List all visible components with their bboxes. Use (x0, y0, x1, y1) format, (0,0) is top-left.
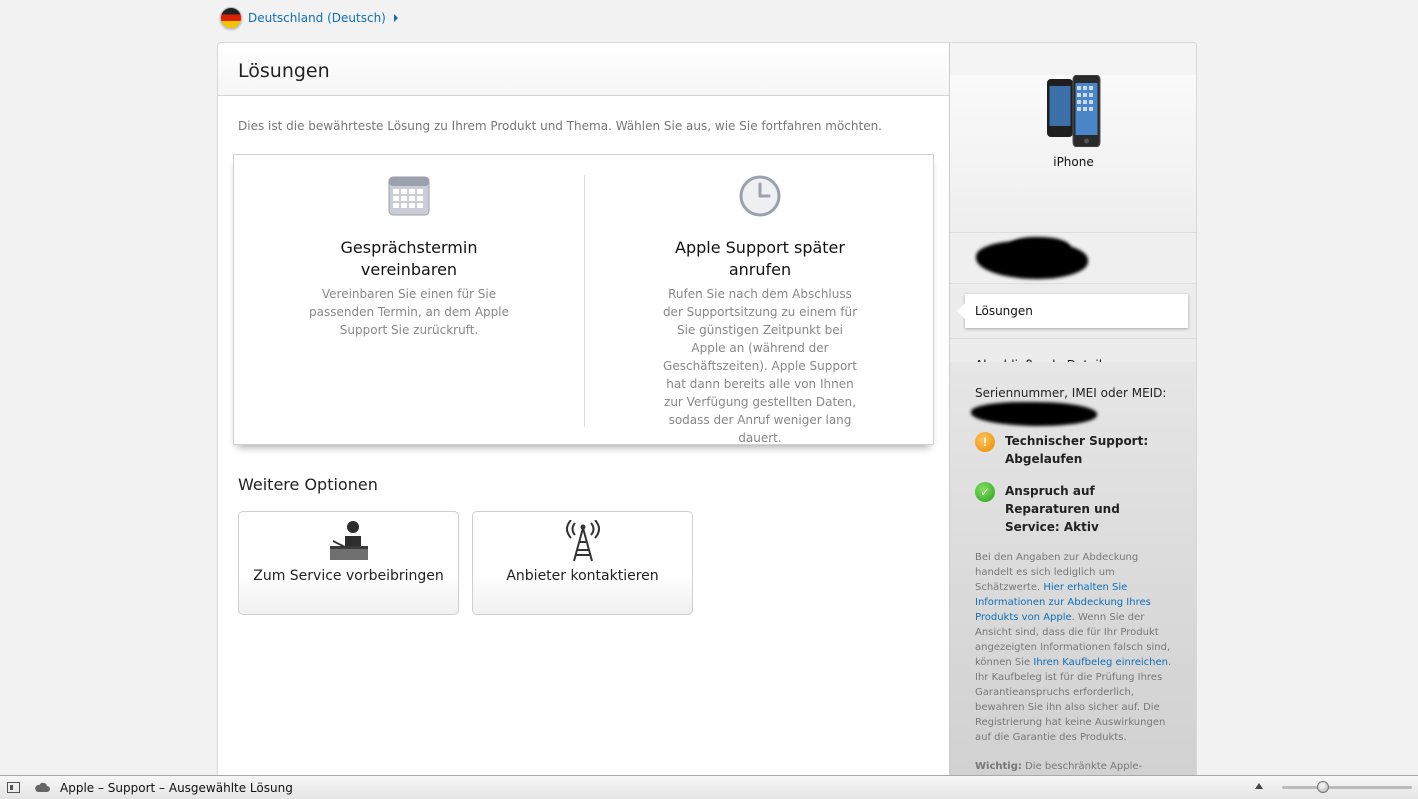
serial-label: Seriennummer, IMEI oder MEID: (975, 386, 1167, 400)
product-card: iPhone (950, 75, 1196, 233)
locale-link[interactable]: Deutschland (Deutsch) (248, 11, 386, 25)
solution-title[interactable]: Apple Support später anrufen (585, 237, 935, 281)
calendar-icon (388, 176, 430, 216)
main-header: Lösungen (218, 43, 949, 96)
zoom-slider-track[interactable] (1282, 786, 1412, 789)
more-options-title: Weitere Optionen (238, 475, 378, 494)
page-title: Lösungen (238, 60, 330, 82)
note-text: Ihr Kaufbeleg ist für die Prüfung Ihres … (975, 672, 1166, 743)
solution-title[interactable]: Gesprächstermin vereinbaren (234, 237, 584, 281)
chevron-right-icon (393, 14, 398, 22)
triangle-up-icon[interactable] (1255, 783, 1263, 789)
solutions-box: Gesprächstermin vereinbaren Vereinbaren … (233, 154, 934, 445)
status-text: Anspruch auf Reparaturen und Service: Ak… (1005, 484, 1120, 534)
status-repair-service: ✓ Anspruch auf Reparaturen und Service: … (975, 482, 1175, 536)
redacted-description (950, 233, 1196, 284)
status-text: Technischer Support: Abgelaufen (1005, 434, 1149, 466)
option-label: Zum Service vorbeibringen (253, 568, 444, 584)
solution-description: Vereinbaren Sie einen für Sie passenden … (309, 287, 509, 337)
locale-selector[interactable]: Deutschland (Deutsch) (220, 6, 398, 30)
bring-in-service-button[interactable]: Zum Service vorbeibringen (238, 511, 459, 615)
important-label: Wichtig: (975, 761, 1022, 772)
antenna-tower-icon (565, 520, 600, 562)
nav-item-solutions[interactable]: Lösungen (957, 294, 1188, 328)
product-name: iPhone (1053, 155, 1094, 169)
solution-description: Rufen Sie nach dem Abschluss der Support… (662, 287, 858, 445)
redacted-serial (971, 400, 1175, 426)
support-panel: Lösungen Dies ist die bewährteste Lösung… (217, 42, 1197, 782)
nav-item-solutions-row: Lösungen (950, 284, 1196, 339)
coverage-panel: Seriennummer, IMEI oder MEID: ! Technisc… (950, 362, 1196, 781)
service-desk-icon (329, 521, 368, 560)
browser-status-bar: Apple – Support – Ausgewählte Lösung (0, 775, 1418, 799)
iphone-product-image (1046, 75, 1100, 147)
cloud-icon (35, 782, 50, 792)
coverage-note: Bei den Angaben zur Abdeckung handelt es… (975, 552, 1172, 743)
clock-icon (739, 175, 781, 217)
intro-text: Dies ist die bewährteste Lösung zu Ihrem… (238, 119, 882, 133)
germany-flag-icon (220, 7, 242, 29)
checkmark-icon: ✓ (975, 482, 995, 502)
contact-carrier-button[interactable]: Anbieter kontaktieren (472, 511, 693, 615)
sidebar-toggle-icon[interactable] (7, 782, 20, 793)
solution-schedule-call[interactable]: Gesprächstermin vereinbaren Vereinbaren … (234, 155, 584, 339)
status-page-title: Apple – Support – Ausgewählte Lösung (60, 780, 293, 795)
solution-call-later[interactable]: Apple Support später anrufen Rufen Sie n… (585, 155, 935, 447)
status-tech-support: ! Technischer Support: Abgelaufen (975, 432, 1175, 468)
main-content: Lösungen Dies ist die bewährteste Lösung… (218, 43, 949, 781)
sidebar: iPhone Lösungen Abschließende Details Se… (949, 43, 1196, 781)
warning-icon: ! (975, 432, 995, 452)
option-label: Anbieter kontaktieren (506, 568, 659, 584)
zoom-slider-thumb[interactable] (1317, 781, 1329, 793)
submit-receipt-link[interactable]: Ihren Kaufbeleg einreichen (1033, 657, 1168, 668)
